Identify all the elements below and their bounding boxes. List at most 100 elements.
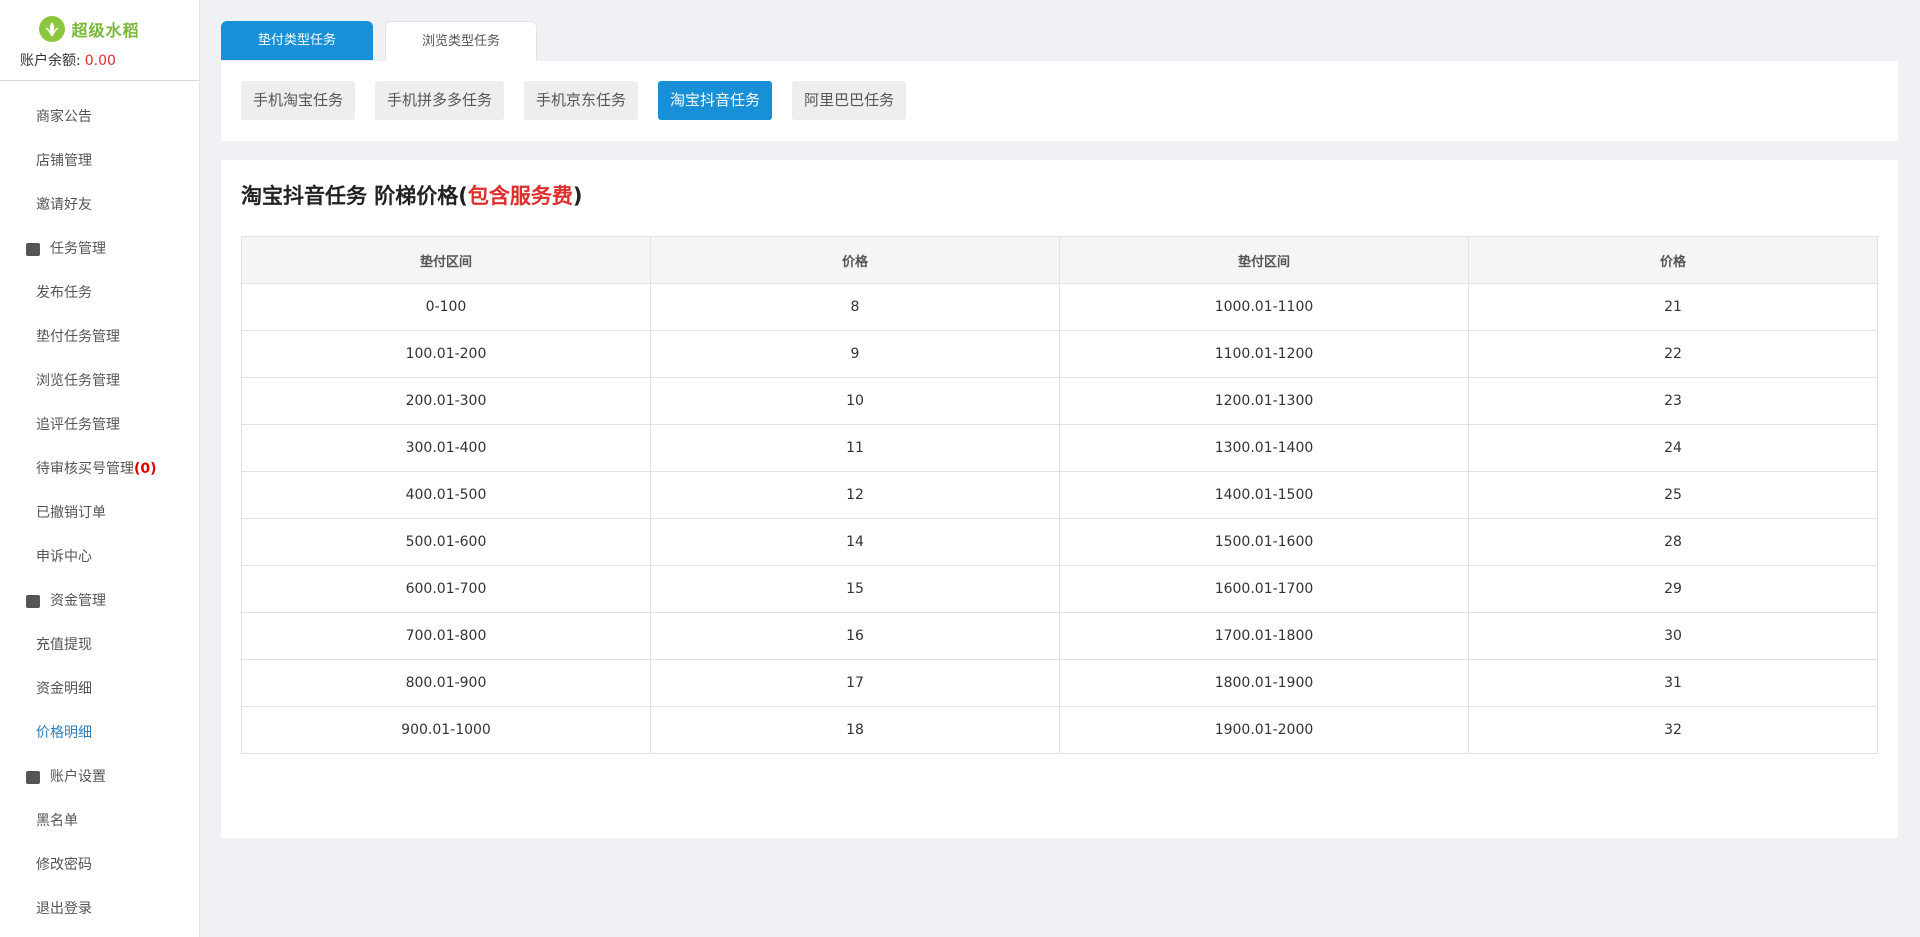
sidebar-item-label: 垫付任务管理 [36, 329, 120, 345]
table-cell: 8 [650, 283, 1060, 331]
sidebar-menu: 商家公告 店铺管理 邀请好友 任务管理 发布任务 垫付任务管理 浏览任务管理 追评任务管理 待审… [0, 81, 199, 931]
sidebar-item-14[interactable]: 价格明细 [0, 711, 199, 755]
table-cell: 15 [650, 565, 1060, 613]
task-type-tabs: 垫付类型任务 浏览类型任务 [221, 21, 537, 61]
table-cell: 10 [650, 377, 1060, 425]
column-header: 价格 [1468, 236, 1878, 284]
table-cell: 100.01-200 [241, 330, 651, 378]
logo-text: 超级水稻 [71, 21, 140, 40]
table-cell: 600.01-700 [241, 565, 651, 613]
table-cell: 1200.01-1300 [1059, 377, 1469, 425]
sidebar-item-label: 充值提现 [36, 637, 92, 653]
table-row: 300.01-400 11 1300.01-1400 24 [241, 424, 1878, 472]
table-cell: 21 [1468, 283, 1878, 331]
sidebar-item-label: 资金管理 [50, 593, 106, 609]
sidebar-item-0[interactable]: 商家公告 [0, 95, 199, 139]
column-header: 价格 [650, 236, 1060, 284]
sidebar-group-11[interactable]: 资金管理 [0, 579, 199, 623]
sidebar-item-9[interactable]: 已撤销订单 [0, 491, 199, 535]
title-main: 淘宝抖音任务 阶梯价格( [241, 184, 468, 208]
sidebar-item-6[interactable]: 浏览任务管理 [0, 359, 199, 403]
table-cell: 30 [1468, 612, 1878, 660]
table-row: 900.01-1000 18 1900.01-2000 32 [241, 706, 1878, 754]
sidebar-item-label: 追评任务管理 [36, 417, 120, 433]
price-table: 垫付区间 价格 垫付区间 价格 0-100 8 1000.01-1100 21 100.01-… [241, 236, 1878, 754]
sidebar-item-label: 已撤销订单 [36, 505, 106, 521]
account-balance: 账户余额: 0.00 [0, 44, 199, 72]
table-body: 0-100 8 1000.01-1100 21 100.01-200 9 1100.01-1… [241, 283, 1878, 754]
table-cell: 16 [650, 612, 1060, 660]
sidebar-item-label: 任务管理 [50, 241, 106, 257]
sidebar-item-12[interactable]: 充值提现 [0, 623, 199, 667]
table-cell: 18 [650, 706, 1060, 754]
wallet-icon [26, 594, 40, 608]
sidebar-item-label: 价格明细 [36, 725, 92, 741]
sidebar-item-label: 资金明细 [36, 681, 92, 697]
sidebar-item-5[interactable]: 垫付任务管理 [0, 315, 199, 359]
sidebar-item-4[interactable]: 发布任务 [0, 271, 199, 315]
table-cell: 1300.01-1400 [1059, 424, 1469, 472]
sidebar-item-17[interactable]: 修改密码 [0, 843, 199, 887]
column-header: 垫付区间 [241, 236, 651, 284]
table-row: 400.01-500 12 1400.01-1500 25 [241, 471, 1878, 519]
table-cell: 31 [1468, 659, 1878, 707]
sidebar-item-label: 账户设置 [50, 769, 106, 785]
sidebar-item-10[interactable]: 申诉中心 [0, 535, 199, 579]
table-cell: 32 [1468, 706, 1878, 754]
table-row: 200.01-300 10 1200.01-1300 23 [241, 377, 1878, 425]
table-cell: 0-100 [241, 283, 651, 331]
category-button-3[interactable]: 淘宝抖音任务 [658, 81, 773, 120]
sidebar-item-13[interactable]: 资金明细 [0, 667, 199, 711]
table-cell: 1700.01-1800 [1059, 612, 1469, 660]
table-cell: 1400.01-1500 [1059, 471, 1469, 519]
store-icon [26, 770, 40, 784]
sidebar-item-2[interactable]: 邀请好友 [0, 183, 199, 227]
category-button-1[interactable]: 手机拼多多任务 [375, 81, 505, 120]
table-row: 0-100 8 1000.01-1100 21 [241, 283, 1878, 331]
table-row: 800.01-900 17 1800.01-1900 31 [241, 659, 1878, 707]
category-panel: 手机淘宝任务 手机拼多多任务 手机京东任务 淘宝抖音任务 阿里巴巴任务 [221, 61, 1898, 141]
sidebar: 超级水稻 账户余额: 0.00 商家公告店铺管理邀请好友任务管理发布任务垫付任务管… [0, 0, 200, 937]
category-button-0[interactable]: 手机淘宝任务 [241, 81, 356, 120]
sidebar-item-label: 浏览任务管理 [36, 373, 120, 389]
sidebar-item-label: 黑名单 [36, 813, 78, 829]
logo[interactable]: 超级水稻 [0, 14, 199, 44]
table-cell: 11 [650, 424, 1060, 472]
table-cell: 17 [650, 659, 1060, 707]
title-close: ) [572, 184, 583, 208]
page-title: 淘宝抖音任务 阶梯价格(包含服务费) [241, 180, 583, 210]
balance-value: 0.00 [84, 53, 116, 69]
table-cell: 500.01-600 [241, 518, 651, 566]
table-cell: 200.01-300 [241, 377, 651, 425]
table-cell: 700.01-800 [241, 612, 651, 660]
table-cell: 800.01-900 [241, 659, 651, 707]
table-cell: 1800.01-1900 [1059, 659, 1469, 707]
table-cell: 28 [1468, 518, 1878, 566]
table-cell: 12 [650, 471, 1060, 519]
table-header-row: 垫付区间 价格 垫付区间 价格 [241, 236, 1878, 284]
sidebar-group-15[interactable]: 账户设置 [0, 755, 199, 799]
category-button-4[interactable]: 阿里巴巴任务 [792, 81, 907, 120]
category-button-2[interactable]: 手机京东任务 [524, 81, 639, 120]
table-cell: 900.01-1000 [241, 706, 651, 754]
tab-1[interactable]: 浏览类型任务 [385, 21, 537, 61]
sidebar-item-label: 邀请好友 [36, 197, 92, 213]
sidebar-item-8[interactable]: 待审核买号管理(0) [0, 447, 199, 491]
rice-logo-icon [39, 16, 66, 42]
sidebar-item-18[interactable]: 退出登录 [0, 887, 199, 931]
sidebar-item-7[interactable]: 追评任务管理 [0, 403, 199, 447]
sidebar-item-label: 店铺管理 [36, 153, 92, 169]
sidebar-item-16[interactable]: 黑名单 [0, 799, 199, 843]
sidebar-item-label: 待审核买号管理 [36, 461, 134, 477]
table-cell: 1100.01-1200 [1059, 330, 1469, 378]
table-cell: 1000.01-1100 [1059, 283, 1469, 331]
tab-0[interactable]: 垫付类型任务 [221, 21, 373, 60]
pending-count-badge: (0) [134, 461, 157, 477]
table-cell: 22 [1468, 330, 1878, 378]
sidebar-item-label: 商家公告 [36, 109, 92, 125]
sidebar-group-3[interactable]: 任务管理 [0, 227, 199, 271]
sidebar-item-label: 退出登录 [36, 901, 92, 917]
sidebar-item-1[interactable]: 店铺管理 [0, 139, 199, 183]
sidebar-item-label: 申诉中心 [36, 549, 92, 565]
table-row: 500.01-600 14 1500.01-1600 28 [241, 518, 1878, 566]
